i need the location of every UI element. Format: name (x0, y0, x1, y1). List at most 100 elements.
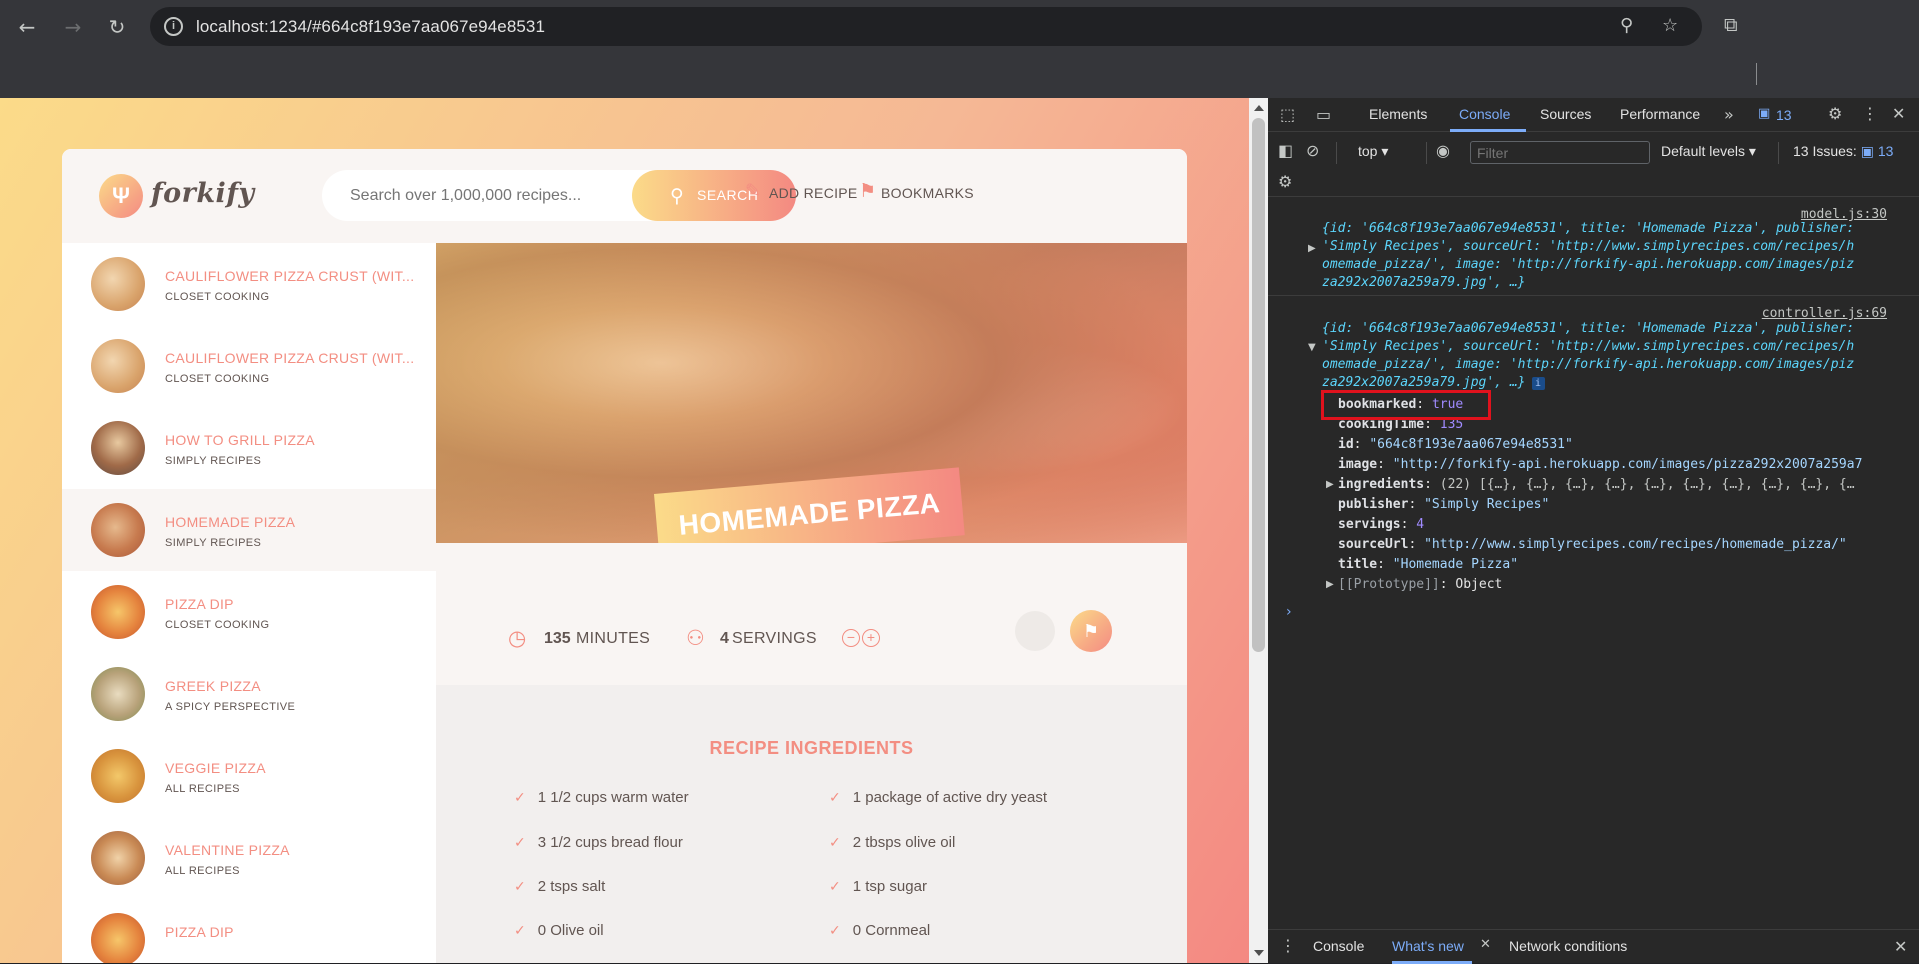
console-settings-icon[interactable]: ⚙ (1278, 172, 1292, 191)
result-item[interactable]: CAULIFLOWER PIZZA CRUST (WIT... CLOSET C… (62, 325, 436, 407)
bookmarks-button[interactable]: BOOKMARKS (881, 185, 974, 201)
users-icon: ⚇ (686, 626, 705, 650)
property-row[interactable]: sourceUrl: "http://www.simplyrecipes.com… (1338, 537, 1847, 552)
result-image (91, 257, 145, 311)
console-prompt-icon[interactable]: › (1286, 604, 1292, 620)
expand-triangle-icon[interactable]: ▶ (1308, 243, 1316, 254)
log-line[interactable]: {id: '664c8f193e7aa067e94e8531', title: … (1322, 221, 1854, 236)
property-row[interactable]: servings: 4 (1338, 517, 1424, 532)
context-select[interactable]: top ▾ (1358, 143, 1388, 160)
scroll-up-icon[interactable] (1254, 105, 1264, 111)
drawer-tab-console[interactable]: Console (1313, 938, 1364, 954)
settings-icon[interactable]: ⚙ (1828, 104, 1842, 123)
expand-triangle-icon[interactable]: ▶ (1326, 479, 1334, 490)
close-drawer-icon[interactable]: ✕ (1894, 937, 1907, 956)
toolbar-separator (1426, 142, 1427, 164)
result-title: VALENTINE PIZZA (165, 842, 290, 858)
result-item[interactable]: VALENTINE PIZZA ALL RECIPES (62, 817, 436, 899)
more-tabs-icon[interactable]: » (1724, 105, 1734, 124)
scroll-down-icon[interactable] (1254, 950, 1264, 956)
forkify-app: Ψ forkify ⚲ SEARCH ✎ ADD RECIPE ⚑ BOOKMA… (62, 149, 1187, 963)
log-line[interactable]: za292x2007a259a79.jpg', …} i (1322, 375, 1545, 390)
issues-button[interactable]: 13 Issues: ▣ 13 (1793, 143, 1893, 160)
property-row[interactable]: publisher: "Simply Recipes" (1338, 497, 1549, 512)
tab-elements[interactable]: Elements (1369, 106, 1427, 122)
console-filter-input[interactable] (1470, 141, 1650, 164)
console-toolbar: ◧ ⊘ top ▾ ◉ Default levels ▾ 13 Issues: … (1268, 133, 1919, 197)
result-publisher: ALL RECIPES (165, 783, 240, 795)
result-image (91, 667, 145, 721)
log-line[interactable]: {id: '664c8f193e7aa067e94e8531', title: … (1322, 321, 1854, 336)
inspect-element-icon[interactable]: ⬚ (1280, 105, 1295, 124)
property-row[interactable]: ingredients: (22) [{…}, {…}, {…}, {…}, {… (1338, 477, 1855, 492)
close-devtools-icon[interactable]: ✕ (1892, 104, 1905, 123)
result-item-active[interactable]: HOMEMADE PIZZA SIMPLY RECIPES (62, 489, 436, 571)
browser-toolbar: ← → ↻ i localhost:1234/#664c8f193e7aa067… (0, 0, 1919, 52)
edit-icon[interactable]: ✎ (745, 180, 761, 202)
star-icon[interactable]: ☆ (1662, 15, 1678, 36)
drawer-tab-network-conditions[interactable]: Network conditions (1509, 938, 1627, 954)
increase-servings-button[interactable]: + (862, 629, 880, 647)
site-info-icon[interactable]: i (164, 17, 183, 36)
messages-count[interactable]: 13 (1776, 107, 1792, 123)
log-line[interactable]: 'Simply Recipes', sourceUrl: 'http://www… (1322, 339, 1854, 354)
ingredient-item: ✓ 3 1/2 cups bread flour (514, 834, 683, 851)
tab-sources[interactable]: Sources (1540, 106, 1591, 122)
result-item[interactable]: CAULIFLOWER PIZZA CRUST (WIT... CLOSET C… (62, 243, 436, 325)
drawer-tab-whats-new[interactable]: What's new (1392, 938, 1464, 954)
result-title: VEGGIE PIZZA (165, 760, 266, 776)
property-row[interactable]: image: "http://forkify-api.herokuapp.com… (1338, 457, 1862, 472)
forward-icon[interactable]: → (60, 14, 86, 40)
bookmark-icon[interactable]: ⚑ (859, 180, 876, 202)
property-row[interactable]: [[Prototype]]: Object (1338, 577, 1502, 592)
extensions-icon[interactable]: ⧉ (1724, 14, 1738, 36)
result-item[interactable]: PIZZA DIP CLOSET COOKING (62, 571, 436, 653)
tab-console[interactable]: Console (1459, 106, 1510, 122)
tab-performance[interactable]: Performance (1620, 106, 1700, 122)
property-row[interactable]: id: "664c8f193e7aa067e94e8531" (1338, 437, 1573, 452)
bookmark-button[interactable]: ⚑ (1070, 610, 1112, 652)
info-icon[interactable]: i (1531, 377, 1545, 390)
expand-triangle-icon[interactable]: ▶ (1326, 579, 1334, 590)
result-image (91, 913, 145, 963)
ingredient-item: ✓ 1 1/2 cups warm water (514, 789, 689, 806)
add-recipe-button[interactable]: ADD RECIPE (769, 185, 858, 201)
annotation-highlight-box (1321, 390, 1491, 420)
scrollbar-thumb[interactable] (1252, 118, 1265, 652)
log-line[interactable]: omemade_pizza/', image: 'http://forkify-… (1322, 257, 1854, 272)
result-item[interactable]: GREEK PIZZA A SPICY PERSPECTIVE (62, 653, 436, 735)
page-scrollbar[interactable] (1249, 98, 1268, 963)
ingredient-item: ✓ 2 tsps salt (514, 878, 606, 895)
collapse-triangle-icon[interactable]: ▼ (1308, 342, 1316, 353)
zoom-icon[interactable]: ⚲ (1620, 15, 1633, 36)
ingredient-item: ✓ 0 Olive oil (514, 922, 604, 939)
close-tab-icon[interactable]: ✕ (1480, 937, 1491, 952)
clear-console-icon[interactable]: ⊘ (1306, 141, 1319, 160)
result-item[interactable]: PIZZA DIP (62, 899, 436, 963)
result-item[interactable]: HOW TO GRILL PIZZA SIMPLY RECIPES (62, 407, 436, 489)
source-link[interactable]: controller.js:69 (1762, 306, 1887, 321)
reload-icon[interactable]: ↻ (104, 14, 130, 40)
more-options-icon[interactable]: ⋮ (1862, 104, 1878, 123)
result-publisher: CLOSET COOKING (165, 373, 270, 385)
log-line[interactable]: omemade_pizza/', image: 'http://forkify-… (1322, 357, 1854, 372)
back-icon[interactable]: ← (14, 14, 40, 40)
servings-label: SERVINGS (732, 630, 817, 647)
property-row[interactable]: title: "Homemade Pizza" (1338, 557, 1518, 572)
result-title: PIZZA DIP (165, 924, 234, 940)
drawer-menu-icon[interactable]: ⋮ (1280, 936, 1296, 955)
log-levels-select[interactable]: Default levels ▾ (1661, 143, 1756, 160)
messages-icon[interactable]: ▣ (1758, 106, 1770, 121)
url-text[interactable]: localhost:1234/#664c8f193e7aa067e94e8531 (196, 17, 545, 37)
cooking-time: 135 (544, 630, 571, 647)
address-bar[interactable]: i localhost:1234/#664c8f193e7aa067e94e85… (150, 7, 1702, 46)
sidebar-toggle-icon[interactable]: ◧ (1278, 141, 1293, 160)
log-line[interactable]: za292x2007a259a79.jpg', …} (1322, 275, 1526, 290)
result-item[interactable]: VEGGIE PIZZA ALL RECIPES (62, 735, 436, 817)
log-line[interactable]: 'Simply Recipes', sourceUrl: 'http://www… (1322, 239, 1854, 254)
live-expression-eye-icon[interactable]: ◉ (1436, 141, 1450, 160)
search-input[interactable] (350, 187, 610, 205)
decrease-servings-button[interactable]: − (842, 629, 860, 647)
device-toolbar-icon[interactable]: ▭ (1316, 105, 1331, 124)
source-link[interactable]: model.js:30 (1801, 207, 1887, 222)
